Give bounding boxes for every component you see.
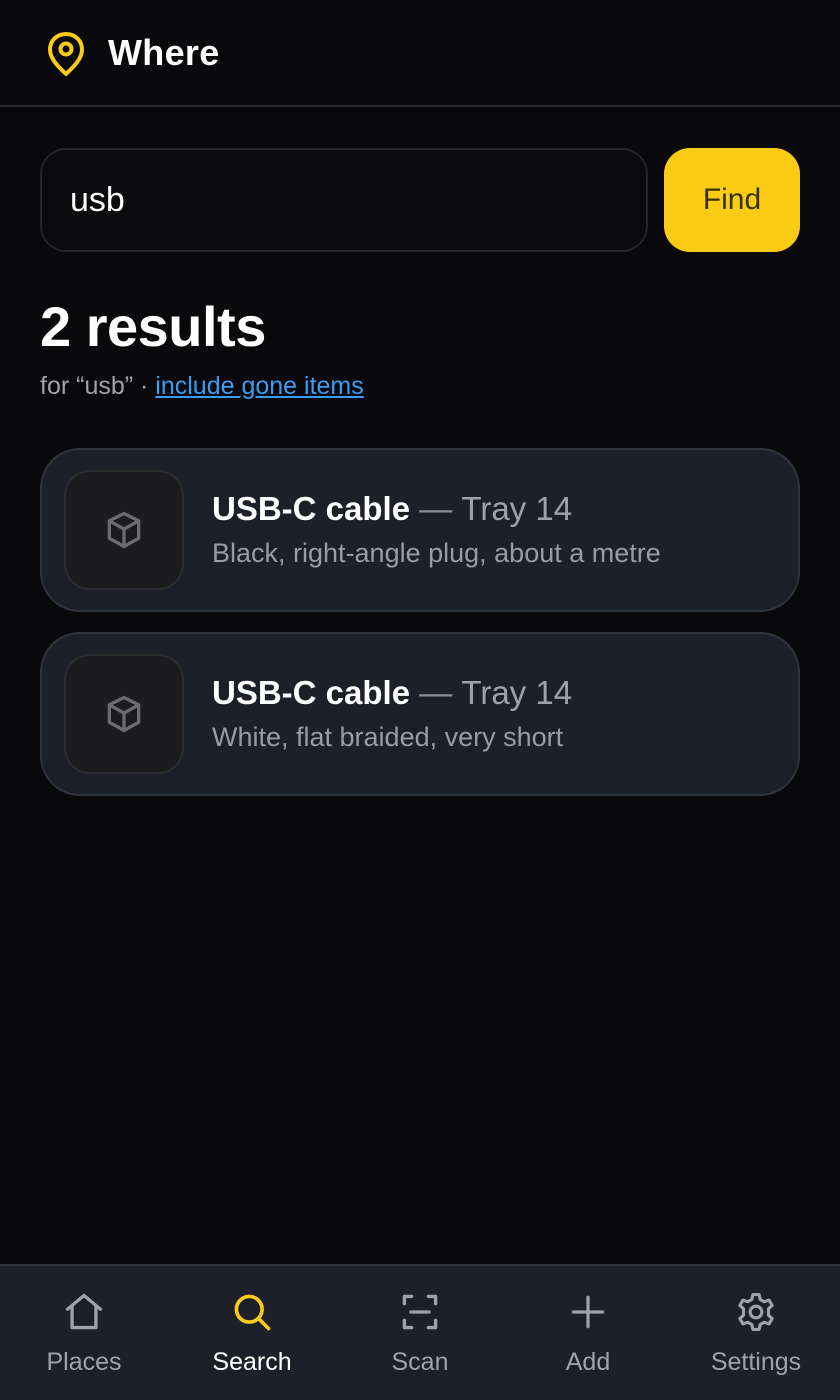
nav-label: Scan — [391, 1348, 449, 1376]
nav-label: Places — [46, 1348, 122, 1376]
results-subtitle: for “usb” · include gone items — [40, 372, 364, 401]
item-title-line: USB-C cable — Tray 14 — [212, 490, 572, 528]
item-separator: — — [419, 490, 453, 527]
find-button[interactable]: Find — [664, 148, 800, 252]
item-description: White, flat braided, very short — [212, 722, 564, 752]
item-thumbnail — [64, 654, 184, 774]
item-place: Tray 14 — [461, 674, 573, 711]
nav-item-search[interactable]: Search — [168, 1266, 336, 1400]
box-icon — [107, 695, 141, 733]
bottom-nav: Places Search Scan Add Settings — [0, 1264, 840, 1400]
item-name: USB-C cable — [212, 674, 411, 711]
item-description: Black, right-angle plug, about a metre — [212, 538, 661, 568]
nav-item-places[interactable]: Places — [0, 1266, 168, 1400]
home-icon — [65, 1293, 103, 1330]
item-title-line: USB-C cable — Tray 14 — [212, 674, 572, 712]
nav-item-settings[interactable]: Settings — [672, 1266, 840, 1400]
gear-icon — [738, 1293, 774, 1331]
nav-item-add[interactable]: Add — [504, 1266, 672, 1400]
item-place: Tray 14 — [461, 490, 573, 527]
search-input[interactable] — [40, 148, 648, 252]
result-card[interactable]: USB-C cable — Tray 14 White, flat braide… — [40, 632, 800, 796]
item-thumbnail — [64, 470, 184, 590]
box-icon — [107, 511, 141, 549]
results-query-label: for “usb” · — [40, 372, 156, 400]
nav-label: Add — [565, 1348, 611, 1376]
nav-label: Search — [212, 1348, 292, 1376]
item-name: USB-C cable — [212, 490, 411, 527]
app-root: Where Find 2 results for “usb” · include… — [0, 0, 840, 1400]
include-gone-items-link[interactable]: include gone items — [155, 372, 363, 400]
result-card[interactable]: USB-C cable — Tray 14 Black, right-angle… — [40, 448, 800, 612]
search-icon — [234, 1294, 271, 1331]
results-count: 2 results — [40, 295, 266, 358]
nav-item-scan[interactable]: Scan — [336, 1266, 504, 1400]
app-title: Where — [108, 32, 220, 73]
plus-icon — [571, 1295, 605, 1329]
app-header: Where — [0, 0, 840, 107]
nav-label: Settings — [710, 1348, 802, 1376]
item-separator: — — [419, 674, 453, 711]
map-pin-icon — [48, 32, 84, 76]
scan-icon — [402, 1294, 438, 1330]
